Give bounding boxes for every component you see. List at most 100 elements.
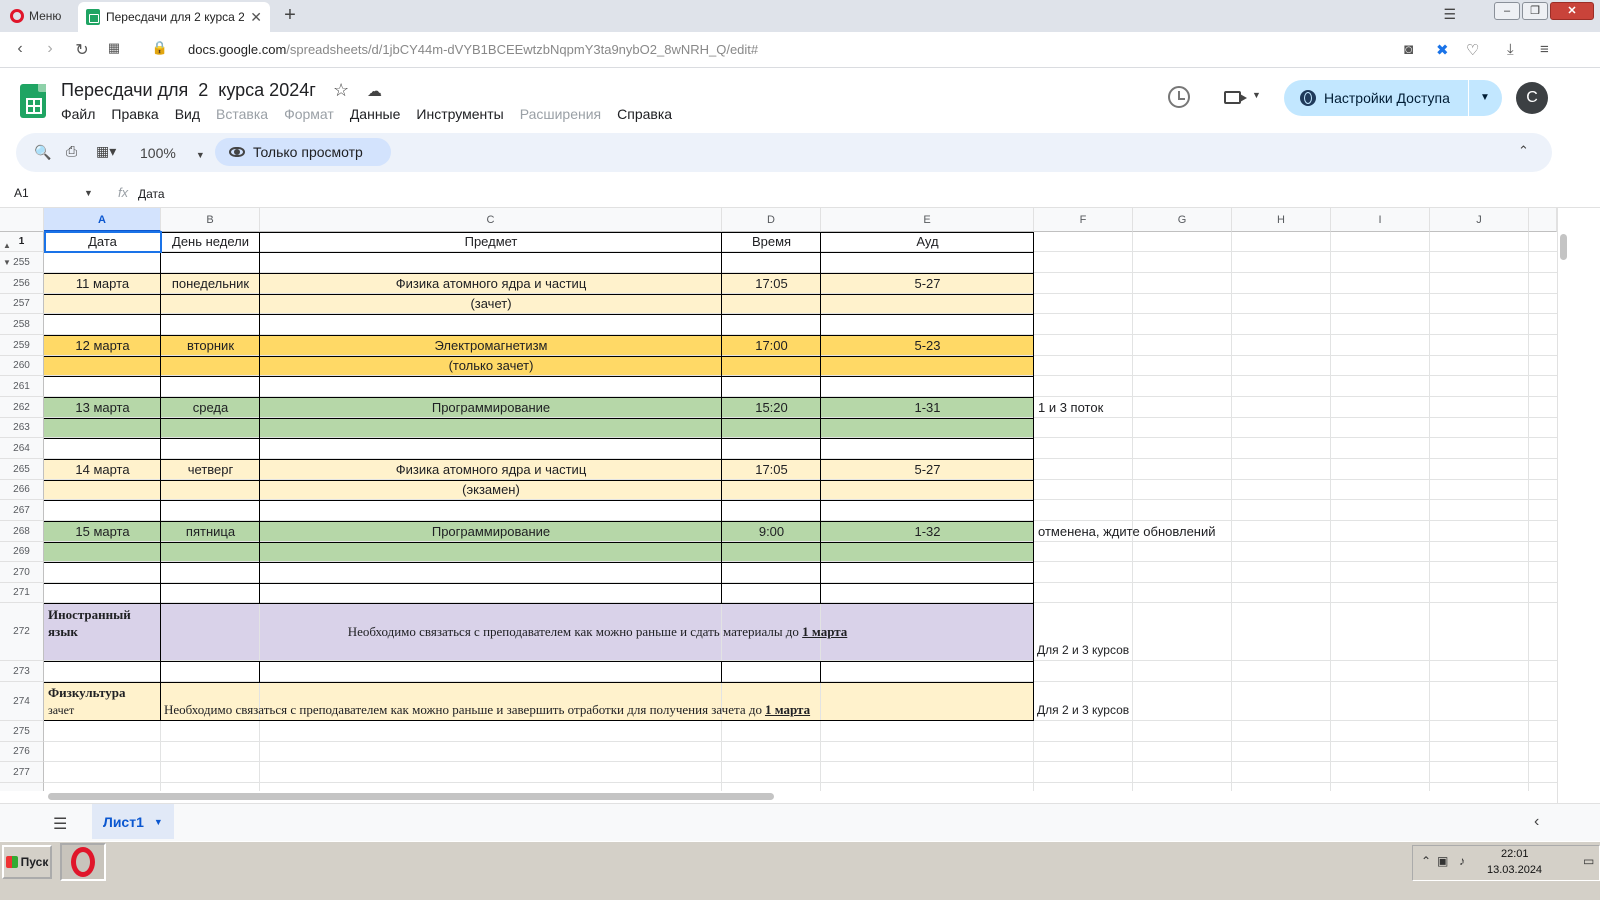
cloud-status-icon[interactable]: ☁ (367, 82, 382, 100)
sheet-tab[interactable]: Лист1 ▼ (92, 804, 174, 839)
formula-input[interactable]: Дата (138, 187, 165, 201)
menu-item[interactable]: Данные (350, 106, 401, 122)
row-header[interactable]: 265 (0, 459, 44, 480)
snapshot-icon[interactable]: ◙ (1404, 41, 1413, 58)
row-group-expand-icon[interactable]: ▼ (3, 258, 11, 267)
print-icon[interactable]: ⎙ (66, 143, 77, 160)
row-header[interactable]: 269 (0, 542, 44, 562)
chevron-up-icon[interactable]: ⌃ (1518, 143, 1529, 159)
column-header[interactable]: I (1331, 208, 1430, 232)
zoom-select[interactable]: 100% ▼ (140, 145, 205, 161)
avatar[interactable]: C (1516, 82, 1548, 114)
vertical-scrollbar[interactable] (1557, 208, 1571, 803)
column-header[interactable]: C (260, 208, 722, 232)
column-header[interactable]: H (1232, 208, 1331, 232)
view-options-icon[interactable]: ▦▾ (96, 143, 116, 160)
reload-icon[interactable]: ↻ (72, 40, 92, 60)
history-icon[interactable] (1168, 86, 1190, 108)
download-icon[interactable]: ⤓ (1507, 41, 1514, 58)
border-line (259, 661, 260, 682)
row-header[interactable]: 259 (0, 335, 44, 356)
name-box[interactable]: A1 (14, 186, 29, 200)
row-header[interactable]: 272 (0, 603, 44, 661)
share-button[interactable]: Настройки Доступа ▼ (1284, 80, 1502, 116)
row-header[interactable]: 260 (0, 356, 44, 376)
meet-camera-icon[interactable] (1224, 91, 1247, 104)
browser-tab[interactable]: Пересдачи для 2 курса 20 ✕ (78, 2, 270, 32)
tray-expand-icon[interactable]: ⌃ (1421, 854, 1431, 868)
row-header[interactable]: 257 (0, 294, 44, 314)
column-header[interactable]: J (1430, 208, 1529, 232)
column-header[interactable]: G (1133, 208, 1232, 232)
menu-item[interactable]: Правка (111, 106, 158, 122)
column-header[interactable]: A (44, 208, 161, 232)
selected-cell-outline (44, 231, 162, 253)
doc-title[interactable]: Пересдачи для 2 курса 2024г (61, 80, 316, 101)
new-tab-button[interactable]: + (278, 4, 302, 28)
menu-item[interactable]: Вставка (216, 106, 268, 122)
row-header[interactable]: 273 (0, 661, 44, 682)
network-icon[interactable]: ▣ (1437, 854, 1448, 868)
row-header[interactable]: 266 (0, 480, 44, 500)
opera-menu-button[interactable]: Меню (4, 4, 67, 28)
menu-item[interactable]: Вид (175, 106, 200, 122)
row-header[interactable]: 262 (0, 397, 44, 418)
minimize-button[interactable]: – (1494, 2, 1520, 20)
share-dropdown-icon[interactable]: ▼ (1480, 92, 1490, 103)
row-header[interactable]: 271 (0, 583, 44, 603)
border-line (44, 542, 1034, 543)
star-icon[interactable]: ☆ (333, 80, 349, 101)
forward-icon[interactable]: › (40, 40, 60, 58)
row-header[interactable]: 270 (0, 562, 44, 583)
column-header[interactable]: E (821, 208, 1034, 232)
view-only-badge[interactable]: Только просмотр (215, 138, 391, 166)
row-header[interactable]: 261 (0, 376, 44, 397)
chevron-left-icon[interactable]: ‹ (1534, 813, 1539, 831)
row-header[interactable]: 268 (0, 521, 44, 542)
maximize-button[interactable]: ❐ (1522, 2, 1548, 20)
desktop-icon[interactable]: ▭ (1583, 854, 1594, 868)
row-header[interactable]: 267 (0, 500, 44, 521)
row-header[interactable]: 277 (0, 762, 44, 783)
settings-icon[interactable]: ≡ (1540, 41, 1549, 58)
menu-item[interactable]: Файл (61, 106, 95, 122)
column-header[interactable]: B (161, 208, 260, 232)
vertical-scroll-thumb[interactable] (1560, 234, 1567, 260)
row-header[interactable]: 276 (0, 742, 44, 762)
row-header[interactable]: 258 (0, 314, 44, 335)
search-icon[interactable]: 🔍 (34, 144, 51, 161)
adblock-icon[interactable]: ✖ (1436, 41, 1449, 59)
row-header[interactable]: 274 (0, 682, 44, 721)
spreadsheet-grid[interactable]: A B C D E F G H I J 1 255 256 257 258 259 260 261 262 263 26… (0, 208, 1557, 791)
menu-item[interactable]: Формат (284, 106, 334, 122)
start-button[interactable]: Пуск (2, 845, 52, 879)
column-header[interactable]: F (1034, 208, 1133, 232)
opera-taskbar-button[interactable] (60, 843, 106, 881)
url-field[interactable]: docs.google.com/spreadsheets/d/1jbCY44m-… (188, 42, 758, 57)
time-cell: 17:00 (755, 338, 788, 353)
menu-item[interactable]: Инструменты (416, 106, 503, 122)
select-all-corner[interactable] (0, 208, 44, 232)
chevron-down-icon[interactable]: ▼ (1252, 90, 1261, 100)
menu-item[interactable]: Справка (617, 106, 672, 122)
row-header[interactable]: 256 (0, 273, 44, 294)
room-cell: 1-32 (914, 524, 941, 539)
tab-list-icon[interactable]: ☰ (1443, 6, 1456, 23)
row-header[interactable]: 263 (0, 418, 44, 438)
sheets-logo-icon[interactable] (20, 84, 46, 118)
row-header[interactable]: 275 (0, 721, 44, 742)
close-window-button[interactable]: ✕ (1550, 2, 1594, 20)
column-header[interactable]: D (722, 208, 821, 232)
volume-icon[interactable]: ♪ (1459, 854, 1465, 868)
speed-dial-icon[interactable]: ▦ (104, 40, 124, 56)
back-icon[interactable]: ‹ (10, 40, 30, 58)
tab-close-icon[interactable]: ✕ (250, 9, 262, 26)
row-group-collapse-icon[interactable]: ▲ (3, 241, 11, 250)
heart-icon[interactable]: ♡ (1466, 41, 1479, 59)
horizontal-scroll-thumb[interactable] (48, 793, 774, 800)
menu-item[interactable]: Расширения (520, 106, 601, 122)
all-sheets-icon[interactable]: ☰ (53, 814, 67, 834)
row-header[interactable]: 264 (0, 438, 44, 459)
name-box-dropdown-icon[interactable]: ▼ (84, 188, 93, 198)
browser-tab-title: Пересдачи для 2 курса 20 (106, 10, 245, 24)
